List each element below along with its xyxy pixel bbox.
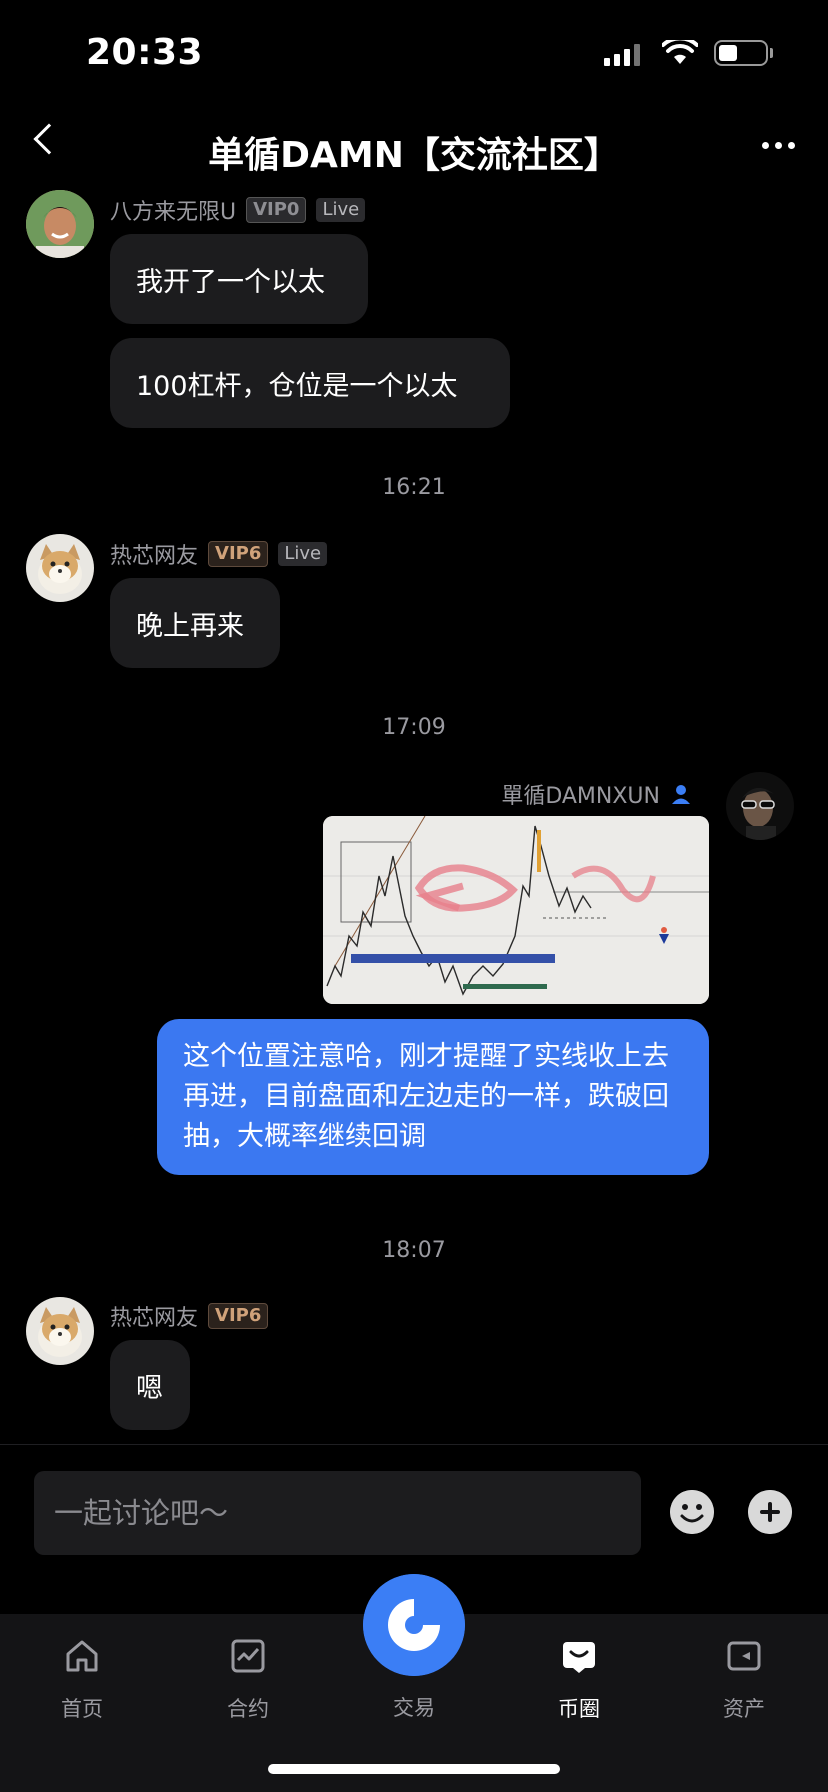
battery-tip xyxy=(770,48,773,58)
wifi-icon xyxy=(662,40,698,64)
vip-badge: VIP0 xyxy=(246,197,307,223)
emoji-icon[interactable] xyxy=(670,1490,714,1534)
sender-name: 热芯网友 xyxy=(110,1306,199,1331)
tab-label: 资产 xyxy=(723,1697,765,1721)
message-sender: 热芯网友 VIP6 xyxy=(110,1300,269,1332)
message-timestamp: 18:07 xyxy=(382,1238,446,1263)
divider xyxy=(0,1444,828,1445)
message-sender: 單循DAMNXUN xyxy=(501,778,692,810)
vip-badge: VIP6 xyxy=(208,541,269,567)
home-icon xyxy=(66,1640,98,1672)
sender-name: 八方来无限U xyxy=(110,200,237,225)
tab-community[interactable]: 币圈 xyxy=(519,1636,639,1723)
message-bubble[interactable]: 我开了一个以太 xyxy=(110,234,368,324)
message-timestamp: 17:09 xyxy=(382,715,446,740)
avatar[interactable] xyxy=(26,534,94,602)
shared-chart-image[interactable] xyxy=(323,816,709,1004)
tab-trade-label[interactable]: 交易 xyxy=(354,1692,474,1722)
message-bubble[interactable]: 嗯 xyxy=(110,1340,190,1430)
wallet-icon xyxy=(727,1641,761,1671)
more-options-icon[interactable] xyxy=(762,142,795,149)
cellular-signal-icon xyxy=(604,44,640,66)
chat-title: 单循DAMN【交流社区】 xyxy=(208,135,620,176)
trade-icon[interactable] xyxy=(363,1574,465,1676)
live-badge: Live xyxy=(316,198,366,222)
add-icon[interactable] xyxy=(748,1490,792,1534)
message-sender: 热芯网友 VIP6 Live xyxy=(110,538,328,570)
sender-name: 热芯网友 xyxy=(110,544,199,569)
message-timestamp: 16:21 xyxy=(382,475,446,500)
avatar[interactable] xyxy=(26,190,94,258)
message-bubble-self[interactable]: 这个位置注意哈，刚才提醒了实线收上去再进，目前盘面和左边走的一样，跌破回抽，大概… xyxy=(157,1019,709,1175)
tab-contract[interactable]: 合约 xyxy=(188,1636,308,1723)
tab-home[interactable]: 首页 xyxy=(22,1636,142,1723)
tab-label: 合约 xyxy=(227,1697,269,1721)
status-time: 20:33 xyxy=(86,32,204,73)
sender-name: 單循DAMNXUN xyxy=(501,784,660,809)
home-indicator[interactable] xyxy=(268,1764,560,1774)
message-bubble[interactable]: 100杠杆，仓位是一个以太 xyxy=(110,338,510,428)
user-icon xyxy=(672,785,690,804)
message-bubble[interactable]: 晚上再来 xyxy=(110,578,280,668)
vip-badge: VIP6 xyxy=(208,1303,269,1329)
chart-icon xyxy=(231,1639,265,1673)
tab-assets[interactable]: 资产 xyxy=(684,1636,804,1723)
avatar[interactable] xyxy=(26,1297,94,1365)
community-icon xyxy=(563,1642,595,1673)
message-input-container[interactable] xyxy=(34,1471,641,1555)
message-input[interactable] xyxy=(52,1495,641,1531)
battery-icon xyxy=(714,40,768,66)
tab-label: 首页 xyxy=(61,1697,103,1721)
avatar[interactable] xyxy=(726,772,794,840)
message-sender: 八方来无限U VIP0 Live xyxy=(110,194,366,226)
tab-label: 币圈 xyxy=(558,1697,600,1721)
live-badge: Live xyxy=(278,542,328,566)
